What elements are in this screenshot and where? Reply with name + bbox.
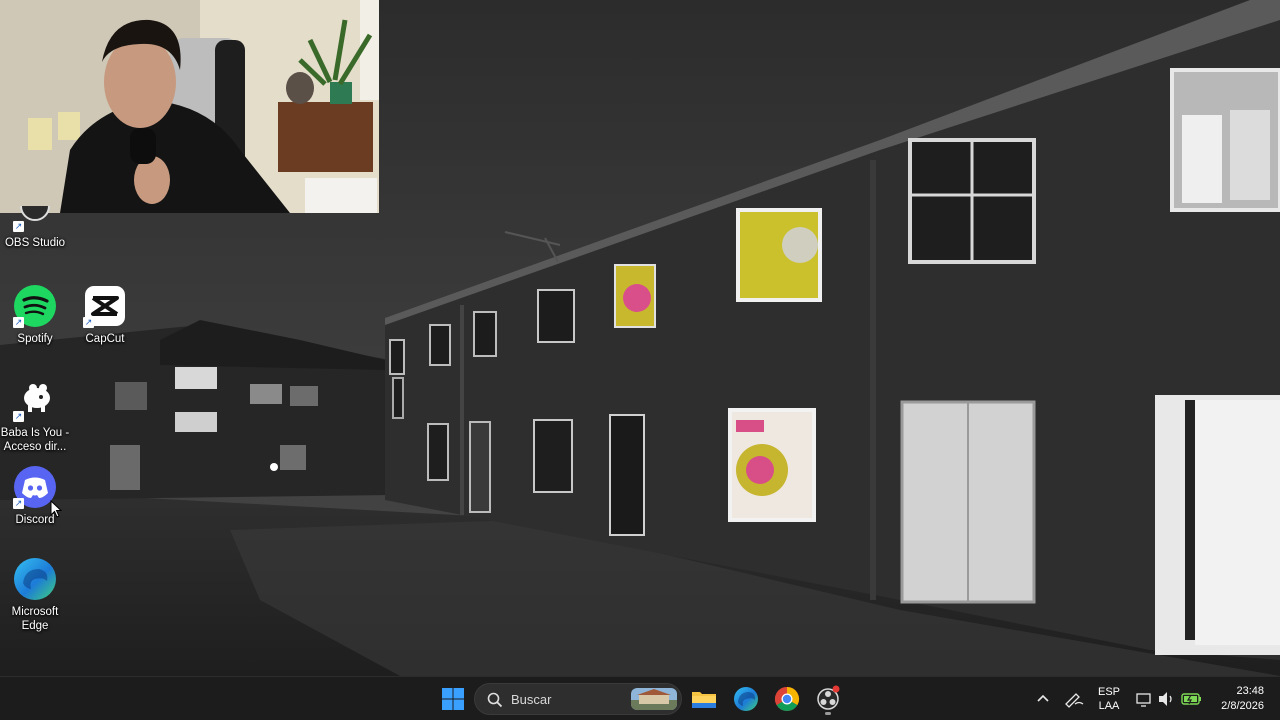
desktop-icon-obs-studio[interactable]: ↗ OBS Studio: [0, 205, 70, 250]
shortcut-arrow-icon: ↗: [13, 221, 24, 232]
capcut-icon: ↗: [83, 284, 127, 328]
obs-icon: [817, 685, 840, 710]
taskbar: Buscar ESP LAA 23:48 2/8/2026: [0, 676, 1280, 720]
spotify-icon: ↗: [13, 284, 57, 328]
desktop-icon-label: Baba Is You - Acceso dir...: [0, 427, 70, 453]
search-highlight-image: [631, 688, 677, 710]
show-hidden-icons-button[interactable]: [1030, 683, 1056, 715]
shortcut-arrow-icon: ↗: [83, 317, 94, 328]
taskbar-edge[interactable]: [730, 683, 762, 715]
chevron-up-icon: [1037, 694, 1049, 702]
desktop-icon-label: CapCut: [85, 333, 125, 345]
tray-battery-button[interactable]: [1179, 683, 1205, 715]
taskbar-search-box[interactable]: Buscar: [474, 683, 682, 715]
desktop-icon-label: Microsoft Edge: [11, 606, 59, 632]
desktop-icon-label: Spotify: [17, 333, 53, 345]
pen-wifi-icon: [1065, 693, 1084, 708]
recording-indicator-icon: [832, 685, 840, 693]
folder-icon: [692, 692, 716, 708]
chrome-icon: [774, 687, 800, 712]
clock-time: 23:48: [1236, 685, 1264, 697]
tray-network-button[interactable]: [1132, 683, 1156, 715]
edge-icon: [734, 687, 758, 711]
shortcut-arrow-icon: ↗: [13, 317, 24, 328]
tray-volume-button[interactable]: [1155, 683, 1177, 715]
shortcut-arrow-icon: ↗: [13, 411, 24, 422]
keyboard-layout: LAA: [1098, 700, 1120, 712]
running-indicator: [825, 712, 831, 715]
clock-date: 2/8/2026: [1221, 700, 1264, 712]
tray-accessibility-button[interactable]: [1060, 683, 1086, 715]
start-button[interactable]: [437, 683, 469, 715]
taskbar-obs-studio[interactable]: [812, 683, 844, 715]
edge-icon: [13, 557, 57, 601]
search-placeholder: Buscar: [511, 692, 552, 707]
desktop-icon-baba-is-you[interactable]: ↗ Baba Is You - Acceso dir...: [0, 378, 70, 454]
desktop-icon-capcut[interactable]: ↗ CapCut: [70, 284, 140, 346]
obs-studio-icon: ↗: [13, 205, 57, 232]
windows-logo-icon: [442, 688, 464, 710]
network-icon: [1136, 693, 1151, 707]
shortcut-arrow-icon: ↗: [13, 498, 24, 509]
baba-is-you-icon: ↗: [13, 378, 57, 422]
desktop-icon-label: OBS Studio: [4, 237, 66, 249]
mouse-cursor-icon: [50, 499, 63, 523]
battery-charging-icon: [1181, 693, 1201, 705]
desktop-icon-spotify[interactable]: ↗ Spotify: [0, 284, 70, 346]
webcam-overlay: [0, 0, 379, 213]
search-icon: [487, 692, 503, 708]
taskbar-clock[interactable]: 23:48 2/8/2026: [1221, 684, 1264, 714]
speaker-icon: [1159, 692, 1172, 706]
language-indicator[interactable]: ESP LAA: [1092, 685, 1126, 713]
taskbar-file-explorer[interactable]: [688, 683, 720, 715]
desktop-icon-microsoft-edge[interactable]: Microsoft Edge: [0, 557, 70, 633]
language-code: ESP: [1097, 686, 1120, 698]
taskbar-chrome[interactable]: [771, 683, 803, 715]
